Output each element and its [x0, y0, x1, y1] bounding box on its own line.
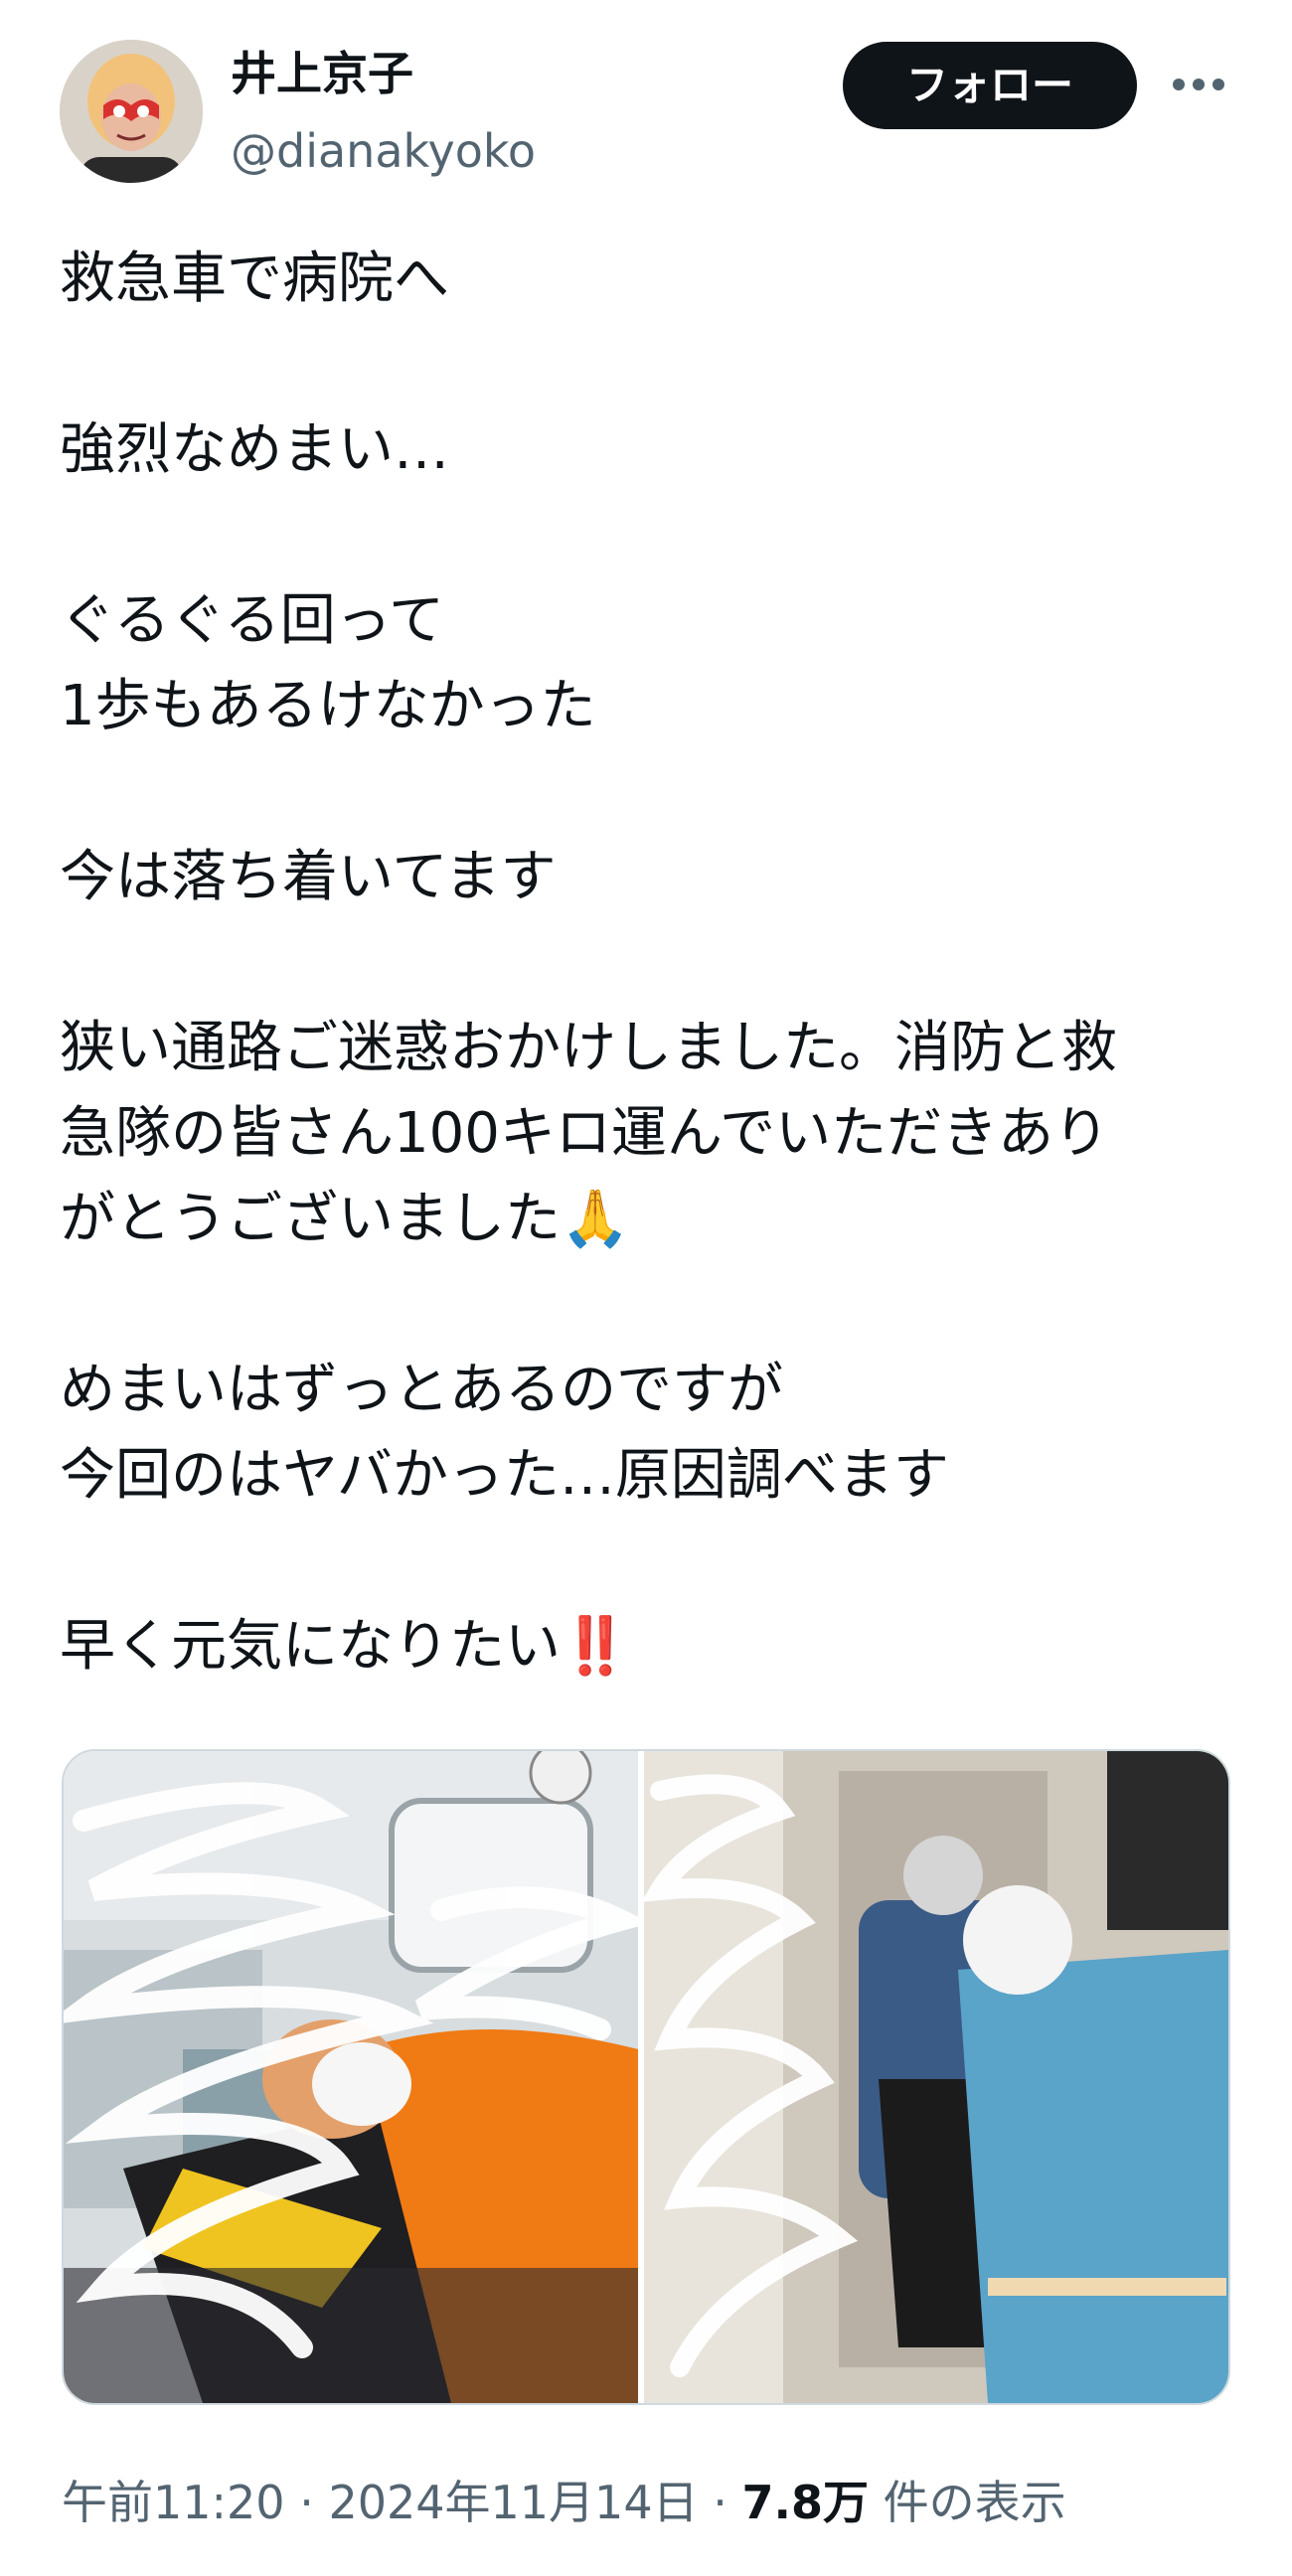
post-paragraph: 狭い通路ご迷惑おかけしました。消防と救 急隊の皆さん100キロ運んでいただきあり… [60, 1006, 1232, 1262]
post-line: 1歩もあるけなかった [60, 674, 596, 738]
post-line: 今回のはヤバかった…原因調べます [60, 1443, 949, 1508]
post-time[interactable]: 午前11:20 [62, 2476, 285, 2529]
post-meta: 午前11:20 · 2024年11月14日 · 7.8万 件の表示 [62, 2461, 1066, 2544]
post-line: 急隊の皆さん100キロ運んでいただきあり [60, 1101, 1110, 1166]
post-header: 井上京子 @dianakyoko フォロー [0, 0, 1292, 209]
avatar[interactable] [60, 40, 203, 183]
author-handle[interactable]: @dianakyoko [231, 121, 536, 181]
post-media[interactable] [62, 1749, 1230, 2405]
post-date[interactable]: 2024年11月14日 [328, 2476, 698, 2529]
author-name[interactable]: 井上京子 [231, 44, 413, 103]
post-text: 救急車で病院へ 強烈なめまい… ぐるぐる回って 1歩もあるけなかった 今は落ち着… [60, 237, 1232, 1690]
post-line: めまいはずっとあるのですが [60, 1358, 783, 1422]
post-paragraph: 今は落ち着いてます [60, 835, 1232, 920]
post-line: がとうございました🙏 [60, 1187, 630, 1251]
more-horizontal-icon[interactable] [1171, 70, 1226, 99]
post-line: 早く元気になりたい‼️ [60, 1614, 630, 1679]
views-count: 7.8万 [741, 2476, 869, 2529]
post-paragraph: 救急車で病院へ [60, 237, 1232, 322]
meta-separator: · [299, 2476, 314, 2529]
post-line: 今は落ち着いてます [60, 845, 557, 909]
views-label: 件の表示 [883, 2476, 1066, 2529]
post-paragraph: ぐるぐる回って 1歩もあるけなかった [60, 578, 1232, 749]
post-line: 救急車で病院へ [60, 246, 449, 311]
post-line: ぐるぐる回って [60, 588, 444, 653]
post-line: 狭い通路ご迷惑おかけしました。消防と救 [60, 1016, 1117, 1080]
follow-button[interactable]: フォロー [843, 42, 1137, 129]
post-paragraph: めまいはずっとあるのですが 今回のはヤバかった…原因調べます [60, 1348, 1232, 1519]
ambulance-photo[interactable] [64, 1751, 638, 2403]
meta-separator: · [713, 2476, 727, 2529]
post-line: 強烈なめまい… [60, 417, 449, 482]
post-paragraph: 強烈なめまい… [60, 407, 1232, 493]
post-paragraph: 早く元気になりたい‼️ [60, 1604, 1232, 1690]
